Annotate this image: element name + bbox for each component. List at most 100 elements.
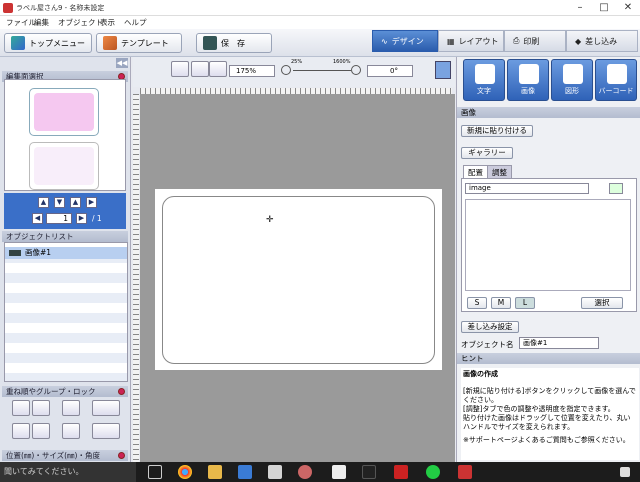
object-list: 画像#1 <box>4 242 128 382</box>
label-app-icon[interactable] <box>458 465 472 479</box>
size-m-button[interactable]: M <box>491 297 511 309</box>
label-shape[interactable] <box>162 196 435 364</box>
printer-icon: ⎙ <box>513 36 520 45</box>
image-tool-button[interactable]: 画像 <box>507 59 549 101</box>
zoom-select[interactable]: 175% <box>229 65 275 77</box>
undo-icon[interactable] <box>171 61 189 77</box>
menu-file[interactable]: ファイル <box>6 17 36 28</box>
design-icon: ∿ <box>381 36 388 46</box>
grid-icon: ▦ <box>447 36 455 46</box>
text-tool-button[interactable]: 文字 <box>463 59 505 101</box>
tab-design[interactable]: ∿ デザイン <box>372 30 438 52</box>
menu-view[interactable]: 表示 <box>100 17 115 28</box>
tab-layout[interactable]: ▦ レイアウト <box>438 30 504 52</box>
line-icon[interactable] <box>426 465 440 479</box>
paste-new-button[interactable]: 新規に貼り付ける <box>461 125 533 137</box>
pointer-tool-icon[interactable] <box>435 61 451 79</box>
menu-edit[interactable]: 編集 <box>34 17 49 28</box>
arrow-up-left-icon[interactable]: ▲ <box>38 197 49 208</box>
select-button[interactable]: 選択 <box>581 297 623 309</box>
hint-box: 画像の作成 [新規に貼り付ける]ボタンをクリックして画像を選んでください。 [調… <box>461 368 639 460</box>
save-button[interactable]: 保 存 <box>196 33 272 53</box>
store-icon[interactable] <box>238 465 252 479</box>
paint-icon[interactable] <box>298 465 312 479</box>
chrome-icon[interactable] <box>178 465 192 479</box>
thumbnail-front[interactable] <box>29 88 99 136</box>
shape-tool-button[interactable]: 図形 <box>551 59 593 101</box>
next-page-button[interactable]: ▶ <box>76 213 87 224</box>
menu-object[interactable]: オブジェクト <box>58 17 103 28</box>
filezilla-icon[interactable] <box>394 465 408 479</box>
order-header: 重ね順やグループ・ロック <box>2 386 128 397</box>
barcode-icon <box>607 64 627 84</box>
notepad-icon[interactable] <box>332 465 346 479</box>
hint-line: [調整]タブで色の調整や透明度を指定できます。 <box>463 405 615 413</box>
template-button[interactable]: テンプレート <box>96 33 182 53</box>
barcode-tool-button[interactable]: バーコード <box>595 59 637 101</box>
minimize-button[interactable]: – <box>570 1 590 15</box>
image-section-header: 画像 <box>457 107 640 118</box>
arrow-down-icon[interactable]: ▼ <box>54 197 65 208</box>
menu-help[interactable]: ヘルプ <box>124 17 147 28</box>
page-navigator: ▲ ▼ ▲ ▶ ◀ 1 ▶ / 1 <box>4 193 126 229</box>
hint-header: ヒント <box>457 353 640 364</box>
gallery-button[interactable]: ギャラリー <box>461 147 513 159</box>
collapse-dot-icon[interactable] <box>118 452 125 459</box>
canvas-toolbar: 175% 25% 1600% 0° <box>133 57 455 87</box>
rotation-select[interactable]: 0° <box>367 65 413 77</box>
task-view-icon[interactable] <box>148 465 162 479</box>
upload-icon[interactable] <box>609 183 623 194</box>
zoom-slider[interactable] <box>293 70 351 71</box>
unlock-button[interactable] <box>62 423 80 439</box>
zoom-in-icon[interactable] <box>351 65 361 75</box>
size-l-button[interactable]: L <box>515 297 535 309</box>
move-cursor-icon: ✛ <box>266 215 274 225</box>
taskbar: 聞いてみてください。 <box>0 462 640 482</box>
cube-icon <box>11 36 25 50</box>
maximize-button[interactable]: □ <box>594 1 614 15</box>
zoom-out-icon[interactable] <box>281 65 291 75</box>
app-icon <box>3 3 13 13</box>
merge-icon: ◆ <box>575 36 582 46</box>
page-total: / 1 <box>92 214 102 223</box>
group-button[interactable] <box>92 400 120 416</box>
image-dropdown[interactable]: image <box>465 183 589 194</box>
collapse-dot-icon[interactable] <box>118 388 125 395</box>
bring-forward-button[interactable] <box>32 400 50 416</box>
terminal-icon[interactable] <box>362 465 376 479</box>
mode-tabs: ∿ デザイン ▦ レイアウト ⎙ 印刷 ◆ 差し込み <box>372 30 638 52</box>
palette-icon <box>103 36 117 50</box>
prev-page-button[interactable]: ◀ <box>32 213 43 224</box>
tab-print[interactable]: ⎙ 印刷 <box>504 30 566 52</box>
send-backward-button[interactable] <box>32 423 50 439</box>
top-menu-button[interactable]: トップメニュー <box>4 33 92 53</box>
redo-icon[interactable] <box>191 61 209 77</box>
bring-front-button[interactable] <box>12 400 30 416</box>
arrow-up-icon[interactable]: ▲ <box>70 197 81 208</box>
notification-icon[interactable] <box>620 467 630 477</box>
title-bar: ラベル屋さん9 - 名称未設定 – □ ✕ <box>0 0 640 16</box>
send-back-button[interactable] <box>12 423 30 439</box>
taskbar-search[interactable]: 聞いてみてください。 <box>0 462 136 482</box>
folder-icon[interactable] <box>208 465 222 479</box>
zoom-min-label: 25% <box>291 59 303 65</box>
object-row[interactable]: 画像#1 <box>5 247 127 259</box>
tab-merge[interactable]: ◆ 差し込み <box>566 30 638 52</box>
page-number-input[interactable]: 1 <box>46 213 72 224</box>
arrow-right-icon[interactable]: ▶ <box>86 197 97 208</box>
merge-setting-button[interactable]: 差し込み設定 <box>461 321 519 333</box>
close-button[interactable]: ✕ <box>618 1 638 15</box>
lock-button[interactable] <box>62 400 80 416</box>
vertical-ruler <box>133 94 139 462</box>
picture-icon <box>519 64 539 84</box>
app-icon[interactable] <box>268 465 282 479</box>
size-s-button[interactable]: S <box>467 297 487 309</box>
collapse-left-button[interactable]: ◀◀ <box>116 58 128 68</box>
thumbnail-back[interactable] <box>29 142 99 190</box>
fit-icon[interactable] <box>209 61 227 77</box>
shapes-icon <box>563 64 583 84</box>
object-name-field[interactable]: 画像#1 <box>519 337 599 349</box>
ungroup-button[interactable] <box>92 423 120 439</box>
position-header: 位置(㎜)・サイズ(㎜)・角度 <box>2 450 128 461</box>
menu-bar: ファイル 編集 オブジェクト 表示 ヘルプ <box>0 16 640 29</box>
